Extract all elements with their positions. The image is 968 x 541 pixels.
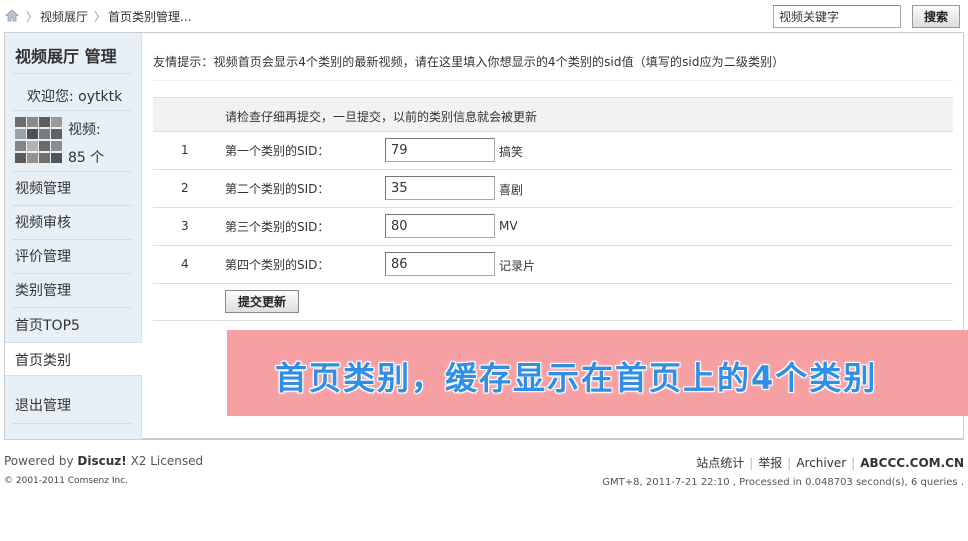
row-number: 2	[181, 181, 189, 195]
welcome-text: 欢迎您: oytktk	[27, 89, 123, 105]
divider	[13, 110, 132, 111]
copyright: © 2001-2011 Comsenz Inc.	[4, 476, 129, 486]
table-header-text: 请检查仔细再提交，一旦提交，以前的类别信息就会被更新	[225, 110, 538, 124]
submit-row: 提交更新	[153, 283, 953, 321]
divider	[13, 73, 132, 74]
divider: |	[787, 456, 792, 470]
row-label: 第二个类别的SID：	[225, 182, 330, 196]
video-thumbnails	[15, 117, 65, 165]
caption-banner: 首页类别，缓存显示在首页上的4个类别	[227, 330, 968, 416]
table-header: 请检查仔细再提交，一旦提交，以前的类别信息就会被更新	[153, 97, 953, 132]
divider	[13, 171, 132, 172]
sidebar-item-label: 首页类别	[15, 353, 71, 369]
sid-input-3[interactable]	[385, 214, 495, 238]
search-button[interactable]: 搜索	[912, 5, 960, 28]
table-row: 1 第一个类别的SID： 搞笑	[153, 132, 953, 170]
powered-prefix: Powered by	[4, 454, 74, 468]
category-name: MV	[499, 219, 518, 233]
table-row: 4 第四个类别的SID： 记录片	[153, 246, 953, 284]
processing-info: GMT+8, 2011-7-21 22:10 , Processed in 0.…	[602, 477, 964, 488]
footer-link-archiver[interactable]: Archiver	[796, 456, 846, 470]
divider	[13, 423, 132, 424]
discuz-link[interactable]: Discuz!	[77, 454, 126, 468]
footer-links: 站点统计 | 举报 | Archiver | ABCCC.COM.CN	[696, 454, 964, 471]
video-label: 视频:	[68, 122, 101, 138]
breadcrumb-video-hall[interactable]: 视频展厅	[40, 8, 88, 25]
divider: |	[749, 456, 754, 470]
category-name: 喜剧	[499, 183, 524, 197]
sid-input-1[interactable]	[385, 138, 495, 162]
divider	[13, 205, 132, 206]
sid-input-2[interactable]	[385, 176, 495, 200]
category-name: 搞笑	[499, 145, 524, 159]
sidebar-item-review-manage[interactable]: 评价管理	[15, 246, 71, 266]
row-label: 第一个类别的SID：	[225, 144, 330, 158]
category-name: 记录片	[499, 259, 536, 273]
divider	[153, 80, 953, 81]
submit-update-button[interactable]: 提交更新	[225, 290, 299, 313]
table-row: 2 第二个类别的SID： 喜剧	[153, 170, 953, 208]
divider	[13, 239, 132, 240]
caption-text: 首页类别，缓存显示在首页上的4个类别	[275, 359, 878, 397]
row-number: 4	[181, 257, 189, 271]
sidebar: 视频展厅 管理 欢迎您: oytktk 视频: 85 个 视频管理 视频审核 评…	[5, 33, 142, 439]
footer-link-site[interactable]: ABCCC.COM.CN	[860, 456, 964, 470]
footer-link-report[interactable]: 举报	[758, 456, 782, 470]
sidebar-item-home-category[interactable]: 首页类别	[5, 342, 142, 376]
row-number: 3	[181, 219, 189, 233]
row-number: 1	[181, 143, 189, 157]
row-label: 第三个类别的SID：	[225, 220, 330, 234]
sid-input-4[interactable]	[385, 252, 495, 276]
video-count: 85 个	[68, 150, 105, 166]
breadcrumb-current[interactable]: 首页类别管理...	[108, 8, 191, 25]
home-icon[interactable]	[5, 9, 19, 22]
sidebar-item-category-manage[interactable]: 类别管理	[15, 280, 71, 300]
powered-by: Powered by Discuz! X2 Licensed	[4, 454, 203, 468]
search-input[interactable]	[773, 5, 901, 28]
chevron-right-icon: 〉	[94, 10, 107, 24]
sidebar-item-logout[interactable]: 退出管理	[15, 395, 71, 415]
divider	[13, 307, 132, 308]
divider: |	[851, 456, 856, 470]
sidebar-item-video-review[interactable]: 视频审核	[15, 212, 71, 232]
table-row: 3 第三个类别的SID： MV	[153, 208, 953, 246]
sidebar-title: 视频展厅 管理	[15, 47, 117, 66]
tip-text: 友情提示：视频首页会显示4个类别的最新视频，请在这里填入你想显示的4个类别的si…	[153, 55, 785, 69]
powered-suffix: X2 Licensed	[130, 454, 204, 468]
sidebar-item-video-manage[interactable]: 视频管理	[15, 178, 71, 198]
footer-link-stats[interactable]: 站点统计	[696, 456, 744, 470]
top-bar: 〉 视频展厅 〉 首页类别管理... 搜索	[0, 0, 968, 32]
divider	[13, 273, 132, 274]
row-label: 第四个类别的SID：	[225, 258, 330, 272]
sidebar-item-home-top5[interactable]: 首页TOP5	[15, 315, 80, 335]
chevron-right-icon: 〉	[26, 10, 39, 24]
